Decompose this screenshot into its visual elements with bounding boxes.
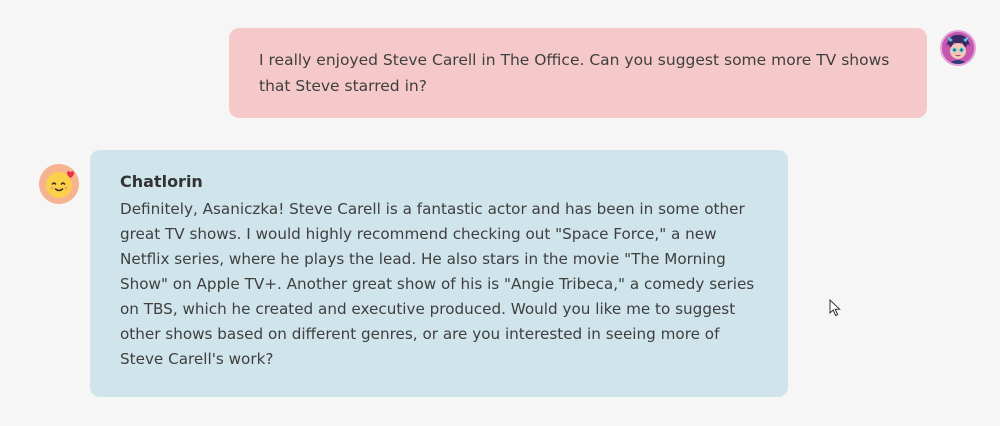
bot-avatar[interactable] bbox=[39, 164, 79, 204]
smiling-face-with-heart-icon bbox=[39, 164, 79, 204]
bot-message-text: Definitely, Asaniczka! Steve Carell is a… bbox=[120, 200, 755, 368]
bot-sender-name: Chatlorin bbox=[120, 172, 203, 191]
chat-page: I really enjoyed Steve Carell in The Off… bbox=[0, 0, 1000, 426]
mouse-pointer-icon bbox=[829, 299, 841, 317]
user-avatar[interactable] bbox=[940, 30, 976, 66]
bot-message-bubble: Chatlorin Definitely, Asaniczka! Steve C… bbox=[90, 150, 788, 397]
user-avatar-illustration bbox=[942, 32, 974, 64]
user-message-bubble: I really enjoyed Steve Carell in The Off… bbox=[229, 28, 927, 118]
user-message-text: I really enjoyed Steve Carell in The Off… bbox=[259, 51, 890, 95]
